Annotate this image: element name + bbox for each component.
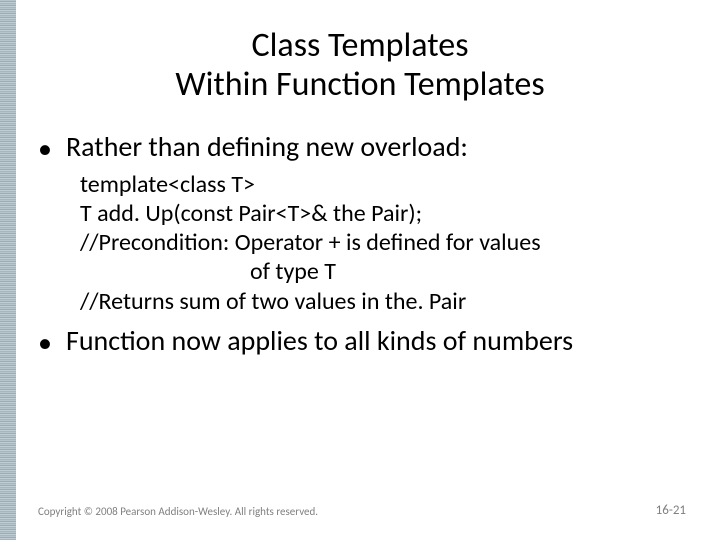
bullet-marker: • — [38, 326, 52, 360]
slide: Class Templates Within Function Template… — [0, 0, 720, 540]
code-line: //Precondition: Operator + is defined fo… — [80, 228, 690, 257]
code-block: template<class T> T add. Up(const Pair<T… — [80, 170, 690, 316]
bullet-marker: • — [38, 132, 52, 166]
footer-page-number: 16-21 — [656, 503, 686, 518]
title-line-2: Within Function Templates — [0, 65, 720, 104]
footer-copyright: Copyright © 2008 Pearson Addison-Wesley.… — [38, 505, 318, 518]
code-line: of type T — [80, 257, 690, 286]
code-line: T add. Up(const Pair<T>& the Pair); — [80, 199, 690, 228]
bullet-text: Function now applies to all kinds of num… — [66, 324, 573, 358]
title-line-1: Class Templates — [0, 26, 720, 65]
slide-title: Class Templates Within Function Template… — [0, 26, 720, 104]
bullet-text: Rather than defining new overload: — [66, 130, 468, 164]
bullet-item: • Function now applies to all kinds of n… — [38, 324, 690, 360]
code-line: //Returns sum of two values in the. Pair — [80, 287, 690, 316]
slide-body: • Rather than defining new overload: tem… — [38, 130, 690, 364]
code-line: template<class T> — [80, 170, 690, 199]
bullet-item: • Rather than defining new overload: — [38, 130, 690, 166]
